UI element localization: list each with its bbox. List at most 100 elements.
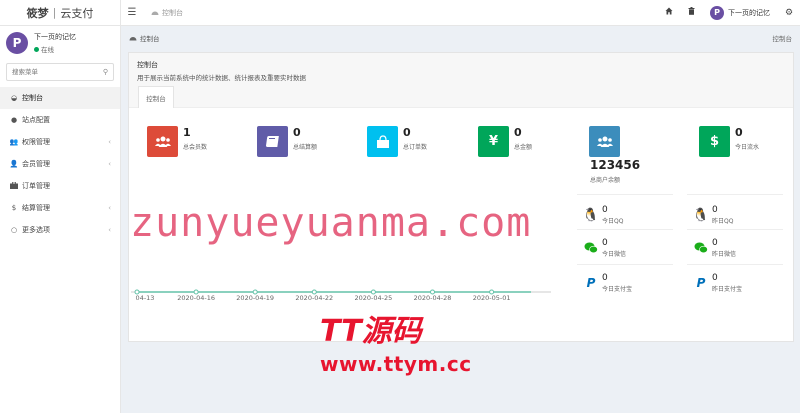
stat-card-orders: 0 总订单数: [367, 126, 427, 157]
stat-today-alipay: P 0 今日支付宝: [580, 273, 632, 293]
sidebar-item-permissions[interactable]: 👥 权限管理 ‹: [0, 131, 120, 153]
paypal-icon: P: [586, 276, 596, 290]
users-icon: [147, 126, 178, 157]
user-menu[interactable]: P 下一页的记忆: [702, 5, 778, 20]
stat-value: 0: [712, 273, 718, 283]
stat-value: 0: [403, 126, 411, 139]
stat-yesterday-wechat: 0 昨日微信: [690, 238, 736, 258]
brand-suffix: 云支付: [60, 6, 94, 20]
panel-subtitle: 用于展示当前系统中的统计数据、统计报表及重要实时数据: [137, 74, 306, 82]
stat-label: 今日流水: [735, 144, 760, 151]
x-tick-label: 04-13: [135, 294, 155, 302]
user-panel: P 下一页的记忆 在线: [0, 26, 120, 60]
stat-card-amount: ¥ 0 总金额: [478, 126, 532, 157]
sidebar-item-members[interactable]: 👤 会员管理 ‹: [0, 153, 120, 175]
stat-label: 昨日支付宝: [712, 286, 743, 293]
online-status-label: 在线: [41, 46, 54, 54]
stat-value: 0: [514, 126, 522, 139]
sidebar-item-label: 权限管理: [22, 138, 50, 146]
x-tick-label: 2020-04-28: [413, 294, 452, 302]
top-navbar: ☰ 控制台 P 下一页的记忆 ⚙: [121, 0, 800, 26]
x-tick-label: 2020-04-16: [177, 294, 215, 302]
dollar-icon: $: [699, 126, 730, 157]
stat-label: 今日QQ: [602, 218, 624, 225]
search-input[interactable]: [12, 68, 103, 76]
sidebar-item-label: 控制台: [22, 94, 43, 102]
x-tick-label: 2020-05-01: [472, 294, 511, 302]
x-tick-label: 2020-04-22: [295, 294, 334, 302]
stat-value: 1: [183, 126, 191, 139]
tab-dashboard[interactable]: 控制台: [143, 8, 183, 18]
stat-label: 今日微信: [602, 251, 627, 258]
stat-label: 总结算额: [293, 144, 318, 151]
x-tick-label: 2020-04-19: [236, 294, 275, 302]
sidebar-item-label: 会员管理: [22, 160, 50, 168]
user-icon: 👤: [9, 160, 19, 168]
stat-label: 昨日QQ: [712, 218, 734, 225]
avatar: P: [710, 5, 724, 20]
trash-icon[interactable]: [680, 7, 702, 18]
sidebar-item-more[interactable]: ○ 更多选项 ‹: [0, 219, 120, 241]
panel-title: 控制台: [137, 61, 158, 69]
stat-yesterday-qq: 🐧 0 昨日QQ: [690, 205, 734, 225]
divider: [687, 264, 783, 265]
tab-dashboard-label: 控制台: [162, 8, 183, 17]
users-icon: 👥: [9, 138, 19, 146]
online-status: 在线: [34, 44, 76, 54]
stat-label: 今日支付宝: [602, 286, 633, 293]
stat-value: 0: [602, 205, 608, 215]
stat-label: 总金额: [514, 144, 533, 151]
balance-label: 总商户余额: [590, 177, 621, 184]
home-icon[interactable]: [658, 7, 680, 18]
brand-name: 筱梦: [26, 6, 49, 20]
x-tick-label: 2020-04-25: [354, 294, 393, 302]
online-dot-icon: [34, 46, 39, 52]
tab-dashboard[interactable]: 控制台: [138, 86, 174, 108]
divider: [577, 194, 673, 195]
stat-card-members: 1 总会员数: [147, 126, 207, 157]
chevron-left-icon: ‹: [108, 226, 111, 234]
dashboard-icon: [151, 11, 159, 15]
sidebar-item-settlement[interactable]: $ 结算管理 ‹: [0, 197, 120, 219]
brand-logo: 筱梦 | 云支付: [0, 0, 121, 26]
sidebar-item-label: 订单管理: [22, 182, 50, 190]
stat-value: 0: [293, 126, 301, 139]
sidebar-item-site-config[interactable]: ● 站点配置: [0, 109, 120, 131]
chevron-left-icon: ‹: [108, 138, 111, 146]
brand-separator: |: [52, 6, 57, 19]
stat-value: 0: [602, 238, 608, 248]
search-box: ⚲: [6, 63, 114, 81]
dollar-icon: $: [11, 204, 17, 212]
wechat-icon: [690, 238, 712, 258]
watermark-url: www.ttym.cc: [320, 352, 472, 376]
settings-icon[interactable]: ⚙: [778, 8, 800, 18]
sidebar-user-name: 下一页的记忆: [34, 33, 76, 41]
divider: [687, 229, 783, 230]
breadcrumb-right: 控制台: [772, 35, 793, 43]
users-icon: [589, 126, 620, 157]
stat-label: 总会员数: [183, 144, 208, 151]
sidebar-item-label: 更多选项: [22, 226, 50, 234]
circle-icon: ●: [10, 116, 18, 124]
shopping-bag-icon: [367, 126, 398, 157]
stat-value: 0: [602, 273, 608, 283]
avatar: P: [6, 32, 28, 54]
sidebar-item-orders[interactable]: 订单管理: [0, 175, 120, 197]
sidebar-item-label: 结算管理: [22, 204, 50, 212]
stat-value: 0: [712, 205, 718, 215]
stat-value: 0: [735, 126, 743, 139]
menu-icon[interactable]: ☰: [121, 7, 143, 18]
breadcrumb[interactable]: 控制台: [140, 33, 160, 43]
stat-today-qq: 🐧 0 今日QQ: [580, 205, 624, 225]
content-header: 控制台 控制台: [121, 26, 800, 50]
divider: [577, 264, 673, 265]
divider: [577, 229, 673, 230]
search-icon[interactable]: ⚲: [103, 68, 108, 76]
dashboard-icon: ◒: [10, 94, 18, 102]
sidebar-item-dashboard[interactable]: ◒ 控制台: [0, 87, 120, 109]
watermark-logo: TT源码: [320, 314, 422, 349]
qq-icon: 🐧: [582, 207, 600, 223]
stat-yesterday-alipay: P 0 昨日支付宝: [690, 273, 742, 293]
wechat-icon: [580, 238, 602, 258]
panel-header: 控制台 用于展示当前系统中的统计数据、统计报表及重要实时数据: [129, 53, 793, 108]
